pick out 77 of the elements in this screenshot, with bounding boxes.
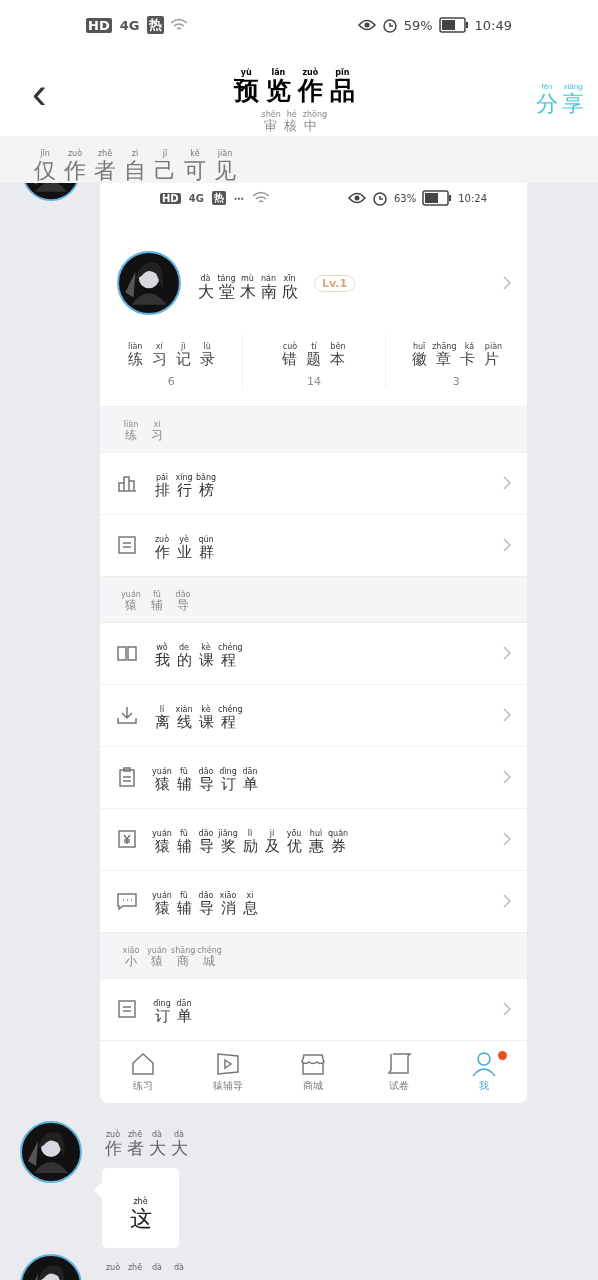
stat-value: 6 — [167, 374, 175, 388]
menu-item[interactable]: zuò yè qún 作业群 — [151, 528, 217, 562]
status-icon: 热 — [211, 191, 226, 206]
chevron-icon — [503, 538, 511, 553]
pinyin-annotation: liàn xí — [122, 419, 162, 429]
list-icon — [117, 535, 137, 556]
section-title: 小猿商城 — [124, 954, 215, 969]
chevron-icon — [503, 832, 511, 847]
pinyin-annotation: zuò zhě dà dà — [104, 1129, 185, 1139]
clock-time: 10:49 — [474, 17, 512, 33]
menu-item[interactable]: pái xíng bǎng 排行榜 — [151, 466, 218, 500]
pinyin-annotation: shěn hé zhōng — [260, 110, 329, 120]
stat-value: 14 — [307, 374, 321, 388]
menu-item[interactable]: yuán fǔ dǎo xiāo xi 猿辅导消息 — [151, 884, 261, 918]
wifi-icon — [170, 18, 189, 32]
nav-tab[interactable]: 试卷 — [356, 1040, 442, 1103]
eye-icon — [347, 191, 366, 206]
nav-tab[interactable]: 猿辅导 — [185, 1040, 271, 1103]
scroll-icon — [385, 1050, 412, 1077]
person-icon — [471, 1050, 498, 1077]
battery-percent: 63% — [393, 192, 417, 204]
pinyin-annotation: yù lǎn zuò pǐn — [239, 67, 350, 77]
pinyin-annotation: xiǎo yuán shāng chéng — [121, 945, 223, 955]
chevron-icon — [503, 770, 511, 785]
message-text: 这 — [128, 1206, 153, 1232]
chevron-icon — [503, 646, 511, 661]
alarm-icon — [381, 17, 398, 33]
stat-value: 3 — [452, 374, 460, 388]
user-name: 大堂木南欣 — [196, 282, 299, 301]
pinyin-annotation: dà táng mù nán xīn — [199, 273, 297, 283]
clipboard-icon — [117, 767, 137, 788]
chevron-icon — [503, 1002, 511, 1017]
back-button[interactable]: ‹ — [24, 71, 55, 115]
chevron-icon — [503, 894, 511, 909]
status-icon: 热 — [147, 16, 165, 34]
play-icon — [215, 1050, 242, 1077]
battery-icon — [422, 190, 453, 207]
comment-author: 作者大大 — [103, 1138, 189, 1159]
stat-button[interactable]: huī zhāng kǎ piàn 徽章卡片 — [407, 335, 506, 369]
menu-item[interactable]: yuán fǔ dǎo jiǎng lì jí yōu huì quàn 猿辅导奖励及优惠券 — [151, 822, 350, 856]
status-icon: ⋯ — [231, 192, 246, 204]
pinyin-annotation: zhè — [132, 1197, 149, 1207]
yen-icon — [117, 829, 137, 850]
pinyin-annotation: yuán fǔ dǎo — [120, 589, 192, 599]
alarm-icon — [371, 190, 388, 207]
home-icon — [129, 1050, 156, 1077]
chevron-icon — [503, 476, 511, 491]
visibility-notice: 仅作者自己可见 — [33, 158, 237, 184]
stat-button[interactable]: liàn xí jì lù 练习记录 — [123, 335, 220, 369]
section-title: 练习 — [124, 428, 164, 443]
menu-item[interactable]: lí xiàn kè chéng 离线课程 — [151, 698, 244, 732]
status-icon: 4G — [117, 17, 142, 33]
section-title: 猿辅导 — [125, 598, 190, 613]
review-status: 审核中 — [263, 119, 318, 135]
chevron-icon — [503, 708, 511, 723]
clock-time: 10:24 — [458, 192, 487, 204]
page-title: 预览作品 — [232, 76, 356, 106]
stat-button[interactable]: cuò tí běn 错题本 — [278, 335, 350, 369]
nav-tab[interactable]: 练习 — [100, 1040, 186, 1103]
menu-item[interactable]: yuán fǔ dǎo dìng dān 猿辅导订单 — [151, 760, 261, 794]
message-icon — [117, 891, 137, 912]
status-icon: HD — [160, 192, 181, 204]
eye-icon — [357, 18, 376, 32]
status-icon: 4G — [186, 192, 206, 204]
download-icon — [117, 705, 137, 726]
battery-icon — [438, 17, 469, 33]
chevron-icon — [503, 276, 511, 291]
bar-chart-icon — [117, 473, 137, 494]
battery-percent: 59% — [403, 17, 433, 33]
pinyin-annotation: jǐn zuò zhě zì jǐ kě jiàn — [39, 149, 234, 158]
pinyin-annotation: zuò zhě dà dà — [104, 1263, 185, 1273]
menu-item[interactable]: dìng dān 订单 — [151, 992, 195, 1026]
status-icon: HD — [86, 17, 112, 33]
book-icon — [117, 643, 137, 664]
menu-item[interactable]: wǒ de kè chéng 我的课程 — [151, 636, 244, 670]
nav-tab[interactable]: 商城 — [270, 1040, 357, 1103]
list-icon — [117, 999, 137, 1020]
